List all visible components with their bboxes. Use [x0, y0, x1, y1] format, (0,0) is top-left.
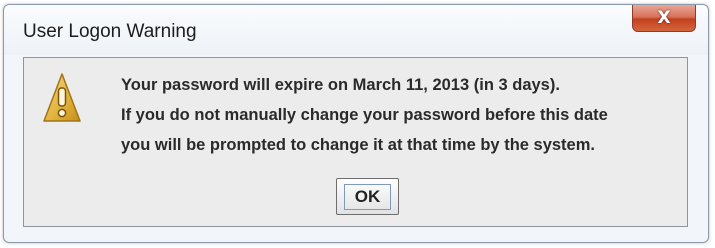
dialog-content: Your password will expire on March 11, 2… [23, 57, 688, 227]
message-line: Your password will expire on March 11, 2… [121, 76, 560, 94]
close-button[interactable]: X [632, 5, 696, 32]
close-icon: X [657, 7, 671, 28]
window-title: User Logon Warning [23, 21, 197, 42]
ok-button-label: OK [343, 183, 392, 210]
title-bar[interactable]: User Logon Warning X [4, 5, 708, 55]
dialog-window: User Logon Warning X Your password will … [3, 4, 709, 243]
warning-message: Your password will expire on March 11, 2… [121, 72, 681, 162]
message-line: If you do not manually change your passw… [121, 106, 608, 124]
warning-icon [43, 73, 81, 122]
ok-button[interactable]: OK [336, 178, 399, 215]
message-line: you will be prompted to change it at tha… [121, 136, 595, 154]
